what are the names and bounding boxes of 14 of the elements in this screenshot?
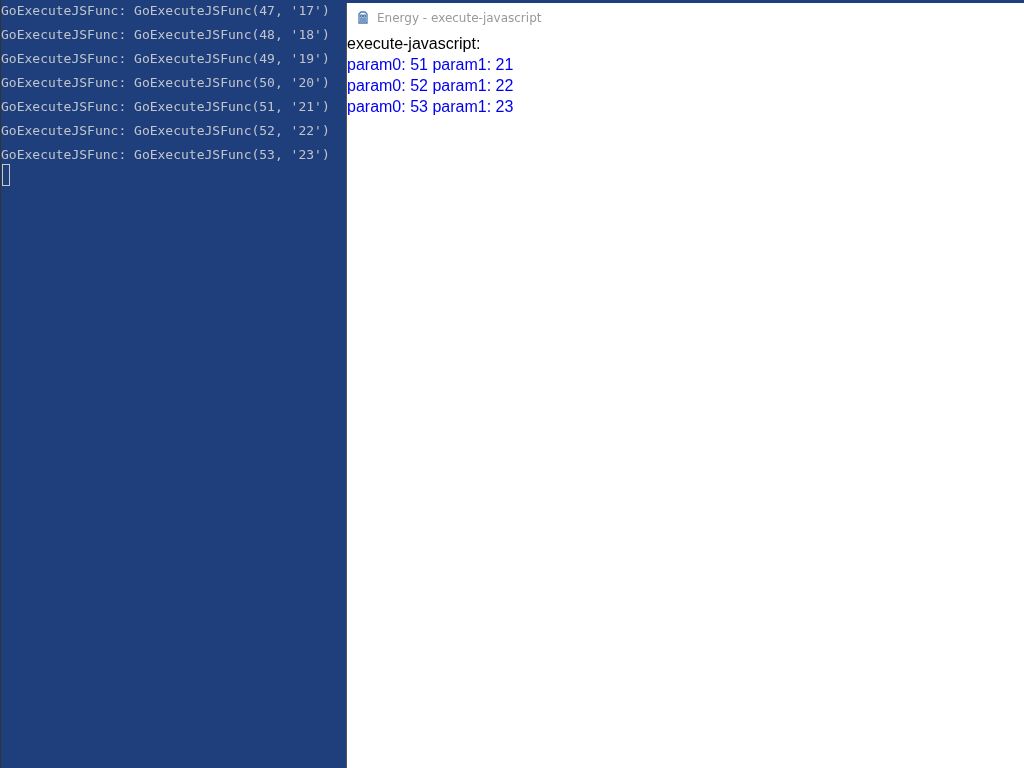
console-line: GoExecuteJSFunc: GoExecuteJSFunc(49, '19'): [1, 50, 331, 68]
page-heading: execute-javascript:: [347, 34, 482, 54]
app-icon: [357, 11, 369, 25]
console-line: GoExecuteJSFunc: GoExecuteJSFunc(48, '18'): [1, 26, 331, 44]
result-line: param0: 51 param1: 21: [347, 55, 515, 75]
console-line: GoExecuteJSFunc: GoExecuteJSFunc(52, '22'): [1, 122, 331, 140]
text-cursor: [2, 164, 10, 186]
console-line: GoExecuteJSFunc: GoExecuteJSFunc(53, '23'): [1, 146, 331, 164]
console-line: GoExecuteJSFunc: GoExecuteJSFunc(50, '20'): [1, 74, 331, 92]
console-line: GoExecuteJSFunc: GoExecuteJSFunc(51, '21'): [1, 98, 331, 116]
window-title: Energy - execute-javascript: [377, 11, 542, 25]
result-line: param0: 52 param1: 22: [347, 76, 515, 96]
result-line: param0: 53 param1: 23: [347, 97, 515, 117]
console-line: GoExecuteJSFunc: GoExecuteJSFunc(47, '17'): [1, 2, 331, 20]
